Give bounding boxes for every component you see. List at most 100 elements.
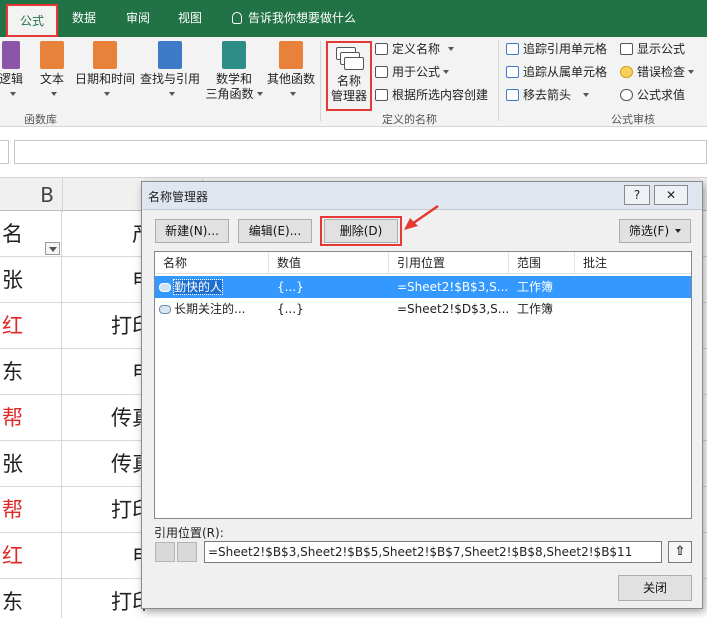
tell-me-search[interactable]: 告诉我你想要做什么: [232, 0, 356, 37]
date-time-functions-button[interactable]: 日期和时间: [74, 41, 136, 102]
close-button[interactable]: 关闭: [618, 575, 692, 601]
defined-name-icon: [159, 305, 171, 314]
close-icon[interactable]: ✕: [654, 185, 688, 205]
show-formulas-icon: [620, 43, 633, 55]
create-from-selection-button[interactable]: 根据所选内容创建: [375, 85, 488, 105]
more-functions-label: 其他函数: [266, 72, 315, 86]
cell-b[interactable]: 帮: [0, 487, 62, 533]
logical-functions-button[interactable]: 逻辑: [0, 41, 24, 102]
chevron-down-icon: [688, 70, 695, 74]
cell-c[interactable]: 电: [63, 349, 153, 395]
col-header-name[interactable]: 名称: [155, 252, 269, 274]
col-header-value[interactable]: 数值: [269, 252, 389, 274]
filter-button[interactable]: 筛选(F): [619, 219, 691, 243]
name-box[interactable]: [0, 140, 9, 164]
tab-view[interactable]: 视图: [178, 0, 202, 37]
evaluate-formula-icon: [620, 89, 633, 101]
cancel-edit-icon[interactable]: [155, 542, 175, 562]
name-manager-label-line2: 管理器: [330, 89, 367, 103]
lookup-reference-button[interactable]: 查找与引用: [139, 41, 201, 102]
scope-cell: 工作簿: [517, 302, 554, 316]
cell-c[interactable]: 电: [63, 533, 153, 579]
new-name-button[interactable]: 新建(N)...: [155, 219, 229, 243]
edit-name-button[interactable]: 编辑(E)...: [238, 219, 312, 243]
show-formulas-button[interactable]: 显示公式: [620, 39, 685, 59]
formula-input[interactable]: [14, 140, 707, 164]
cell-c[interactable]: 产: [63, 211, 153, 257]
cell-b[interactable]: 帮: [0, 395, 62, 441]
group-label-formula-auditing: 公式审核: [611, 113, 655, 126]
name-list-row[interactable]: 勤快的人 {...} =Sheet2!$B$3,S... 工作簿: [155, 276, 691, 298]
error-checking-button[interactable]: 错误检查: [620, 62, 695, 82]
filter-dropdown-icon[interactable]: [45, 242, 60, 255]
chevron-down-icon: [168, 92, 175, 96]
warning-icon: [620, 66, 633, 78]
math-label-line1: 数学和: [215, 72, 252, 86]
chevron-down-icon: [583, 93, 590, 97]
name-manager-label-line1: 名称: [336, 74, 361, 88]
use-in-formula-button[interactable]: 用于公式: [375, 62, 450, 82]
refers-to-input[interactable]: =Sheet2!$B$3,Sheet2!$B$5,Sheet2!$B$7,She…: [204, 541, 662, 563]
date-time-label: 日期和时间: [74, 72, 135, 86]
text-functions-button[interactable]: 文本: [34, 41, 70, 102]
name-manager-dialog: 名称管理器 ? ✕ 新建(N)... 编辑(E)... 删除(D) 筛选(F) …: [141, 181, 703, 609]
refers-to-label: 引用位置(R):: [154, 526, 224, 540]
collapse-dialog-icon[interactable]: ⇧: [668, 541, 692, 563]
define-name-button[interactable]: 定义名称: [375, 39, 455, 59]
name-cell: 长期关注的...: [159, 298, 269, 320]
names-list[interactable]: 名称 数值 引用位置 范围 批注 勤快的人 {...} =Sheet2!$B$3,S…: [154, 251, 692, 519]
name-text: 长期关注的...: [174, 302, 246, 316]
cell-b[interactable]: 红: [0, 303, 62, 349]
trace-precedents-button[interactable]: 追踪引用单元格: [506, 39, 607, 59]
formula-bar: [0, 127, 707, 177]
col-header-refers-to[interactable]: 引用位置: [389, 252, 509, 274]
more-functions-button[interactable]: 其他函数: [266, 41, 316, 102]
col-header-scope[interactable]: 范围: [509, 252, 575, 274]
ribbon: 逻辑 文本 日期和时间 查找与引用 数学和 三角函数 其他函数 函数库 名称 管…: [0, 37, 707, 127]
evaluate-formula-button[interactable]: 公式求值: [620, 85, 685, 105]
define-name-label: 定义名称: [392, 42, 441, 56]
tab-review[interactable]: 审阅: [126, 0, 150, 37]
cell-c[interactable]: 打印: [63, 487, 153, 533]
cell-c[interactable]: 传真: [63, 395, 153, 441]
trace-dependents-button[interactable]: 追踪从属单元格: [506, 62, 607, 82]
math-label-line2: 三角函数: [205, 87, 254, 101]
cell-c[interactable]: 打印: [63, 579, 153, 618]
chevron-down-icon: [256, 92, 263, 96]
name-list-row[interactable]: 长期关注的... {...} =Sheet2!$D$3,S... 工作簿: [155, 298, 691, 320]
trace-precedents-icon: [506, 43, 519, 55]
cell-b[interactable]: 张: [0, 257, 62, 303]
filter-label: 筛选(F): [628, 224, 670, 238]
confirm-edit-icon[interactable]: [177, 542, 197, 562]
logical-icon: [2, 41, 20, 69]
create-from-selection-icon: [375, 89, 388, 101]
cell-b[interactable]: 张: [0, 441, 62, 487]
column-header-b[interactable]: B: [0, 178, 63, 212]
cell-b[interactable]: 东: [0, 349, 62, 395]
cell-b[interactable]: 东: [0, 579, 62, 618]
cell-c[interactable]: 传真: [63, 441, 153, 487]
col-header-comment[interactable]: 批注: [575, 252, 691, 274]
cell-b[interactable]: 红: [0, 533, 62, 579]
refers-to-cell: =Sheet2!$D$3,S...: [397, 302, 509, 316]
chevron-down-icon: [675, 229, 682, 233]
cell-c[interactable]: 电: [63, 257, 153, 303]
refers-to-cell: =Sheet2!$B$3,S...: [397, 280, 509, 294]
lightbulb-icon: [232, 12, 242, 24]
define-name-icon: [375, 43, 388, 55]
group-divider: [498, 41, 499, 121]
trace-dependents-label: 追踪从属单元格: [523, 65, 608, 79]
cell-c[interactable]: 打印: [63, 303, 153, 349]
text-function-icon: [40, 41, 64, 69]
logical-label: 逻辑: [0, 72, 23, 86]
name-manager-button[interactable]: 名称 管理器: [326, 41, 372, 111]
remove-arrows-button[interactable]: 移去箭头: [506, 85, 590, 105]
text-label: 文本: [39, 72, 64, 86]
group-label-function-library: 函数库: [24, 113, 57, 126]
math-trig-button[interactable]: 数学和 三角函数: [204, 41, 264, 102]
tab-formulas[interactable]: 公式: [6, 4, 58, 37]
group-divider: [320, 41, 321, 121]
list-header: 名称 数值 引用位置 范围 批注: [155, 252, 691, 274]
help-button[interactable]: ?: [624, 185, 650, 205]
tab-data[interactable]: 数据: [72, 0, 96, 37]
